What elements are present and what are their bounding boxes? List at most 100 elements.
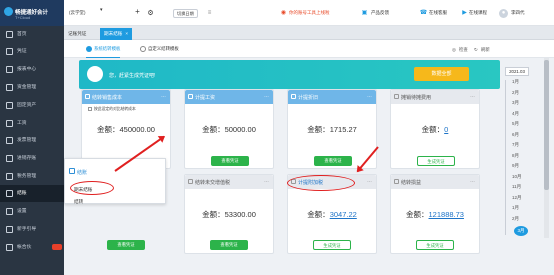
tab-custom-template[interactable]: 自定义结转模板 [140, 44, 179, 54]
refresh-icon: ↻ [474, 47, 478, 52]
card-profit-loss-actions: 生成凭证 [390, 174, 480, 254]
card-amount: 金额：0 [391, 124, 479, 135]
month-item[interactable]: 3月 [514, 226, 528, 236]
generate-voucher-button[interactable]: 生成凭证 [416, 240, 454, 250]
month-item[interactable]: 5月 [512, 121, 532, 127]
subtab-label: 自定义结转模板 [148, 46, 179, 51]
sidebar-item-label: 设置 [17, 209, 27, 214]
amount-value[interactable]: 0 [444, 125, 448, 134]
online-lesson-link[interactable]: 在线课程 [469, 10, 487, 16]
sidebar-item-reports[interactable]: 报表中心 [0, 61, 64, 78]
view-voucher-button[interactable]: 查看凭证 [211, 156, 249, 166]
notice-link[interactable]: 你的账号工具上线啦 [289, 10, 330, 16]
tab-close-book[interactable]: 期末结账 × [100, 28, 133, 40]
sidebar-item-label: 帐合伙 [17, 245, 32, 250]
plus-icon[interactable]: + [133, 8, 142, 17]
cost-option[interactable]: 按此设定的对比结转成本 [88, 107, 136, 112]
sidebar-item-voucher[interactable]: 凭证 [0, 43, 64, 60]
report-icon [6, 66, 13, 73]
sidebar-item-label: 固定资产 [17, 103, 37, 108]
online-service-link[interactable]: 在线客服 [429, 10, 447, 16]
month-item[interactable]: 3月 [512, 100, 532, 106]
month-item[interactable]: 8月 [512, 153, 532, 159]
month-item[interactable]: 1月 [512, 79, 532, 85]
company-name[interactable]: (云学堂) [69, 10, 86, 16]
card-checkbox[interactable] [394, 94, 399, 99]
card-checkbox[interactable] [188, 94, 193, 99]
month-item[interactable]: 1月 [512, 205, 532, 211]
menu-icon[interactable]: ≡ [205, 9, 214, 18]
new-badge [52, 244, 62, 250]
card-vat-actions: 查看凭证 [184, 174, 274, 254]
gear-icon[interactable]: ⚙ [146, 9, 155, 18]
feedback-link[interactable]: 产品反馈 [371, 10, 389, 16]
month-item[interactable]: 7月 [512, 142, 532, 148]
sidebar-item-salary[interactable]: 工资 [0, 115, 64, 132]
option-checkbox[interactable] [88, 107, 92, 111]
view-voucher-button[interactable]: 查看凭证 [314, 156, 352, 166]
card-checkbox[interactable] [291, 94, 296, 99]
month-item[interactable]: 2月 [512, 90, 532, 96]
scrollbar-thumb[interactable] [544, 60, 549, 190]
app-logo[interactable]: 畅捷通好会计 T+Cloud [0, 0, 64, 26]
asset-icon [6, 102, 13, 109]
sidebar-item-label: 进销存账 [17, 156, 37, 161]
close-icon[interactable]: × [125, 31, 128, 36]
amount-value: 1715.27 [329, 125, 357, 134]
tab-voucher[interactable]: 记账凭证 [64, 28, 90, 40]
avatar[interactable]: ● [499, 9, 508, 18]
tax-icon [6, 173, 13, 180]
sidebar-item-label: 首页 [17, 32, 27, 37]
scrollbar[interactable] [544, 58, 549, 238]
feedback-icon: ▣ [361, 10, 368, 16]
tab-system-template[interactable]: 系统结转模板 [86, 44, 121, 58]
month-item[interactable]: 9月 [512, 163, 532, 169]
amount-label: 金额： [421, 125, 445, 134]
generate-voucher-button[interactable]: 生成凭证 [417, 156, 455, 166]
card-title: 计提折旧 [298, 95, 319, 101]
year-select[interactable]: 2021.03 [505, 67, 529, 76]
partner-icon [6, 244, 13, 251]
month-item[interactable]: 10月 [512, 174, 532, 180]
card-amount: 金额：50000.00 [185, 124, 273, 135]
month-item[interactable]: 6月 [512, 132, 532, 138]
salary-icon [6, 120, 13, 127]
card-checkbox[interactable] [85, 94, 90, 99]
view-voucher-button[interactable]: 查看凭证 [210, 240, 248, 250]
month-item[interactable]: 4月 [512, 111, 532, 117]
money-icon [6, 84, 13, 91]
month-item[interactable]: 12月 [512, 195, 532, 201]
month-item[interactable]: 11月 [512, 184, 532, 190]
sidebar-item-home[interactable]: 首页 [0, 26, 64, 43]
sidebar-item-tax[interactable]: 税务管理 [0, 168, 64, 185]
logo-subtitle: T+Cloud [15, 15, 31, 20]
company-dropdown-icon[interactable]: ▾ [100, 7, 103, 13]
sidebar-item-partner[interactable]: 帐合伙 [0, 239, 64, 256]
sidebar-item-settings[interactable]: 设置 [0, 203, 64, 220]
more-icon[interactable]: … [470, 93, 475, 99]
sidebar-item-inventory[interactable]: 进销存账 [0, 150, 64, 167]
carry-forward-menu-item[interactable]: 结转 [74, 199, 83, 205]
month-item[interactable]: 2月 [512, 216, 532, 222]
sidebar-item-assets[interactable]: 固定资产 [0, 97, 64, 114]
more-icon[interactable]: … [367, 93, 372, 99]
sidebar-item-close-book[interactable]: 结账 [0, 185, 64, 202]
amount-label: 金额： [202, 125, 225, 134]
invoice-icon [6, 137, 13, 144]
check-link[interactable]: 检查 [459, 47, 468, 53]
top-bar: 畅捷通好会计 T+Cloud (云学堂) ▾ + ⚙ 切换日期 ≡ ◉ 你的账号… [0, 0, 554, 26]
generate-voucher-button[interactable]: 生成凭证 [313, 240, 351, 250]
more-icon[interactable]: … [264, 93, 269, 99]
sidebar-item-guide[interactable]: 新手引导 [0, 221, 64, 238]
sidebar-item-invoice[interactable]: 发票管理 [0, 132, 64, 149]
tabs-bar: 记账凭证 期末结账 × [64, 26, 554, 40]
banner: 您，赶紧生成凭证吧! 数据全部 [79, 60, 500, 89]
sidebar-item-funds[interactable]: 资金管理 [0, 79, 64, 96]
user-name[interactable]: 李四代 [511, 10, 525, 16]
sidebar-item-label: 税务管理 [17, 174, 37, 179]
more-icon[interactable]: … [161, 93, 166, 99]
switch-date-button[interactable]: 切换日期 [173, 9, 198, 18]
view-voucher-button[interactable]: 查看凭证 [107, 240, 145, 250]
generate-all-button[interactable]: 数据全部 [414, 67, 469, 81]
refresh-link[interactable]: 刷新 [481, 47, 490, 53]
